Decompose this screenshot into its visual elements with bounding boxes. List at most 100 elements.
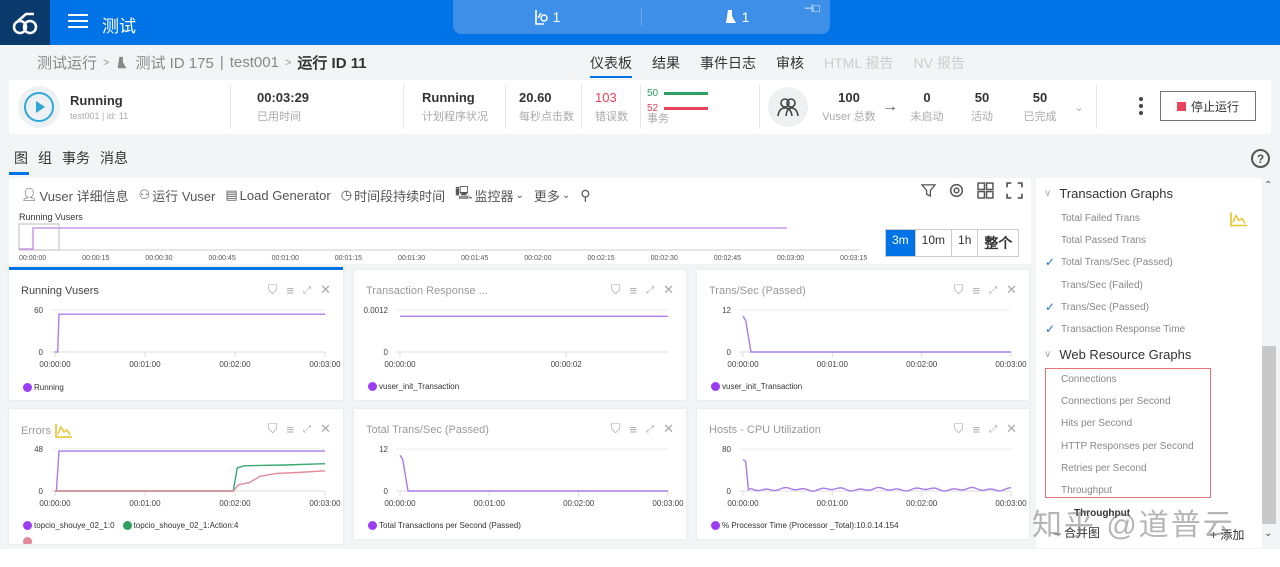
legend-dot xyxy=(23,521,32,530)
scroll-up-icon[interactable]: ⌃ xyxy=(1264,180,1272,191)
legend-label: topcio_shouye_02_1:0 xyxy=(34,521,115,530)
chart-type-icon[interactable] xyxy=(55,424,73,438)
tab-dashboard[interactable]: 仪表板 xyxy=(590,53,632,78)
tick-label: 00:00:45 xyxy=(208,255,235,262)
expand-icon[interactable]: ⤢ xyxy=(303,285,311,296)
expand-icon[interactable]: ⤢ xyxy=(303,424,311,435)
legend-item[interactable]: vuser_init_Transaction xyxy=(711,382,802,391)
close-icon[interactable]: ✕ xyxy=(663,421,674,437)
transactions-label: 事务 xyxy=(647,113,669,125)
chevron-down-icon[interactable]: ⌄ xyxy=(1068,101,1090,114)
app-logo[interactable] xyxy=(0,0,50,45)
scroll-down-icon[interactable]: ⌄ xyxy=(1264,528,1272,539)
graph-list-item[interactable]: Total Passed Trans xyxy=(1061,235,1146,246)
expand-icon[interactable]: ⤢ xyxy=(989,285,997,296)
group-web-resource-graphs[interactable]: ∨ Web Resource Graphs xyxy=(1044,347,1191,362)
graph-list-item[interactable]: Transaction Response Time xyxy=(1061,324,1185,335)
analysis-count: 1 xyxy=(552,9,561,25)
vuser-details-button[interactable]: 👤︎ Vuser 详细信息 xyxy=(21,186,129,205)
breadcrumb-separator: > xyxy=(284,56,292,69)
legend-item[interactable]: % Processor Time (Processor _Total):10.0… xyxy=(711,521,899,530)
card-legend: % Processor Time (Processor _Total):10.0… xyxy=(711,521,899,530)
group-transaction-graphs[interactable]: ∨ Transaction Graphs xyxy=(1044,186,1173,201)
errors-count[interactable]: 103 xyxy=(595,90,640,105)
legend-item[interactable]: Total Transactions per Second (Passed) xyxy=(368,521,521,530)
graph-card[interactable]: Trans/Sec (Passed) ⛉ ≡ ⤢ ✕ 12 0 00:00:00 00:01… xyxy=(697,270,1029,400)
breadcrumb-root[interactable]: 测试运行 xyxy=(37,52,97,73)
timeslot-button[interactable]: ◷ 时间段持续时间 xyxy=(341,186,445,205)
filter-icon[interactable]: ⛉ xyxy=(268,421,278,437)
breadcrumb-test-name[interactable]: test001 xyxy=(230,54,279,71)
transactions-summary[interactable]: 50 52 事务 xyxy=(641,85,759,129)
legend-item[interactable]: topcio_shouye_02_1:Action:4 xyxy=(122,521,238,530)
filter-icon[interactable]: ⛉ xyxy=(268,282,278,298)
stop-run-button[interactable]: 停止运行 xyxy=(1160,91,1256,121)
chart-type-icon[interactable] xyxy=(1230,212,1248,227)
legend-item[interactable]: topcio_shouye_02_1:0 xyxy=(23,521,115,530)
graph-card[interactable]: Hosts - CPU Utilization ⛉ ≡ ⤢ ✕ 80 0 00:00:00… xyxy=(697,409,1029,539)
range-3m-button[interactable]: 3m xyxy=(886,230,916,256)
close-icon[interactable]: ✕ xyxy=(320,421,331,437)
range-all-button[interactable]: 整个 xyxy=(978,230,1019,256)
more-dropdown[interactable]: 更多 ⌄ xyxy=(534,186,570,205)
filter-icon[interactable]: ⛉ xyxy=(611,282,621,298)
menu-icon[interactable] xyxy=(68,14,88,30)
filter-icon[interactable]: ⛉ xyxy=(611,421,621,437)
legend-item[interactable]: Running xyxy=(23,383,64,392)
expand-icon[interactable]: ⤢ xyxy=(646,285,654,296)
close-icon[interactable]: ✕ xyxy=(1006,421,1017,437)
graph-list-item[interactable]: Total Trans/Sec (Passed) xyxy=(1061,257,1173,268)
tab-results[interactable]: 结果 xyxy=(652,53,680,78)
analysis-counter[interactable]: 1 xyxy=(453,0,641,34)
list-icon[interactable]: ≡ xyxy=(287,422,295,437)
tab-graphs[interactable]: 图 xyxy=(14,148,28,168)
tab-audit[interactable]: 审核 xyxy=(776,53,804,78)
overview-timeline-chart[interactable]: 00:00:00 00:00:15 00:00:30 00:00:45 00:01:00… xyxy=(17,222,867,264)
close-icon[interactable]: ✕ xyxy=(1006,282,1017,298)
side-panel-scrollbar[interactable]: ⌃ ⌄ xyxy=(1262,178,1276,548)
tab-event-log[interactable]: 事件日志 xyxy=(700,53,756,78)
tab-groups[interactable]: 组 xyxy=(38,148,52,168)
load-generator-button[interactable]: ▤ Load Generator xyxy=(225,187,330,203)
graph-list-item[interactable]: Total Failed Trans xyxy=(1061,213,1140,224)
gear-icon[interactable] xyxy=(948,182,965,199)
filter-icon[interactable] xyxy=(921,183,936,198)
graph-card[interactable]: Transaction Response ... ⛉ ≡ ⤢ ✕ 0.0012 0 00:… xyxy=(354,270,686,400)
graph-list-item[interactable]: Trans/Sec (Failed) xyxy=(1061,280,1143,291)
graph-card[interactable]: Running Vusers ⛉ ≡ ⤢ ✕ 60 0 00:00:00 00:01:00 0… xyxy=(9,267,343,400)
monitors-dropdown[interactable]: 🖳︎ 监控器 ⌄ xyxy=(455,184,524,206)
scrollbar-thumb[interactable] xyxy=(1262,346,1276,524)
list-icon[interactable]: ≡ xyxy=(630,283,638,298)
more-options-icon[interactable] xyxy=(1139,97,1143,118)
range-10m-button[interactable]: 10m xyxy=(915,230,953,256)
fullscreen-icon[interactable] xyxy=(1006,182,1023,199)
tab-nv-report[interactable]: NV 报告 xyxy=(913,53,964,78)
help-icon[interactable]: ? xyxy=(1251,149,1270,168)
list-icon[interactable]: ≡ xyxy=(630,422,638,437)
tab-html-report[interactable]: HTML 报告 xyxy=(824,53,893,78)
tab-transactions[interactable]: 事务 xyxy=(62,148,90,168)
expand-icon[interactable]: ⤢ xyxy=(646,424,654,435)
filter-icon[interactable]: ⛉ xyxy=(954,421,964,437)
calendar-clock-icon: ◷ xyxy=(340,187,353,202)
close-icon[interactable]: ✕ xyxy=(320,282,331,298)
filter-icon[interactable]: ⛉ xyxy=(954,282,964,298)
tab-messages[interactable]: 消息 xyxy=(100,148,128,168)
search-icon[interactable]: ⚲ xyxy=(580,187,590,204)
y-zero-label: 0 xyxy=(384,348,389,357)
list-icon[interactable]: ≡ xyxy=(973,422,981,437)
grid-layout-icon[interactable] xyxy=(977,182,994,199)
close-icon[interactable]: ✕ xyxy=(663,282,674,298)
breadcrumb-test[interactable]: 测试 ID 175 xyxy=(135,52,213,73)
expand-icon[interactable]: ⤢ xyxy=(989,424,997,435)
graph-card[interactable]: Total Trans/Sec (Passed) ⛉ ≡ ⤢ ✕ 12 0 00:00:0… xyxy=(354,409,686,539)
list-icon[interactable]: ≡ xyxy=(973,283,981,298)
pin-icon[interactable]: ⊣□ xyxy=(804,2,820,15)
legend-item[interactable]: vuser_init_Transaction xyxy=(368,382,459,391)
graph-card[interactable]: Errors ⛉ ≡ ⤢ ✕ 48 0 00:00:00 00:01:00 00:02:00 0… xyxy=(9,409,343,544)
load-test-counter[interactable]: 1 xyxy=(642,0,830,34)
graph-list-item[interactable]: Trans/Sec (Passed) xyxy=(1061,302,1149,313)
run-vuser-button[interactable]: ⚇ 运行 Vuser xyxy=(139,186,216,205)
list-icon[interactable]: ≡ xyxy=(287,283,295,298)
range-1h-button[interactable]: 1h xyxy=(952,230,979,256)
